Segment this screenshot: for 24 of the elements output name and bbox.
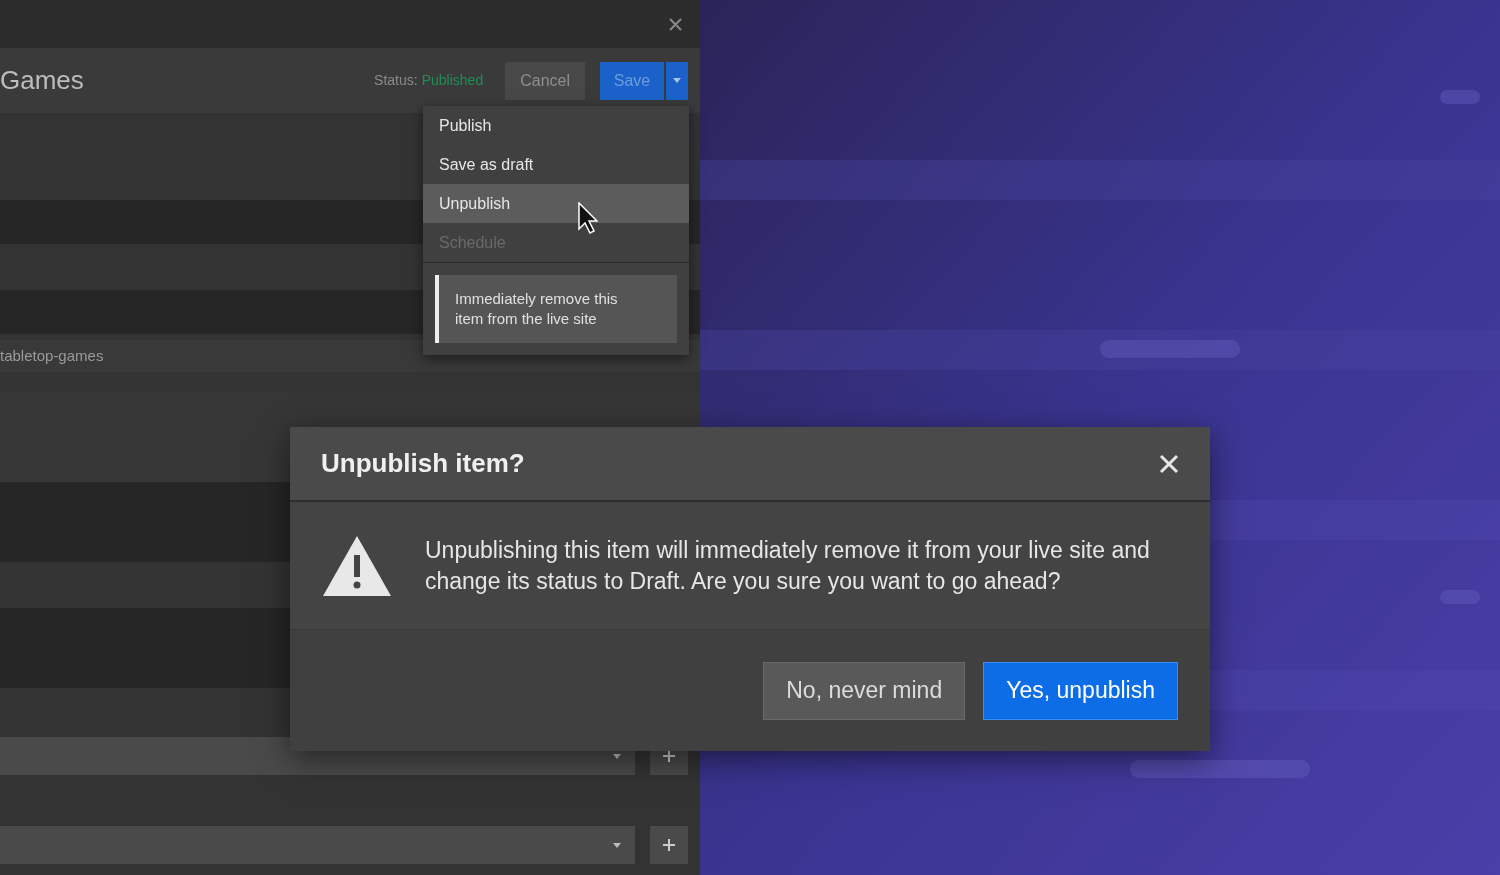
menu-item[interactable]: Save as draft [423,145,689,184]
status-label: Status: [374,71,418,90]
select-field[interactable] [0,826,635,864]
caret-icon [613,842,621,848]
menu-item[interactable]: Unpublish [423,184,689,223]
plus-icon [663,839,675,851]
caret-icon [673,78,681,83]
cancel-button[interactable]: Cancel [505,61,585,100]
dialog-message: Unpublishing this item will immediately remove it from your live site and change its status to Draft. Are you sure you want to go ahead? [425,535,1151,596]
page-title: Games [0,64,84,97]
slug-field[interactable]: tabletop-games [0,344,104,368]
menu-item[interactable]: Publish [423,106,689,145]
status-value: Published [421,71,484,90]
warning-icon [322,534,392,597]
caret-icon [613,753,621,759]
plus-icon [663,750,675,762]
add-button[interactable] [650,826,688,864]
close-icon[interactable] [669,17,682,31]
save-options-button[interactable] [666,61,688,100]
confirm-button[interactable]: Yes, unpublish [983,661,1178,720]
cursor-icon [578,202,598,235]
cancel-button[interactable]: No, never mind [763,661,966,720]
hint-text: Immediately remove this item from the live site [455,289,619,329]
dialog-title: Unpublish item? [321,447,526,480]
